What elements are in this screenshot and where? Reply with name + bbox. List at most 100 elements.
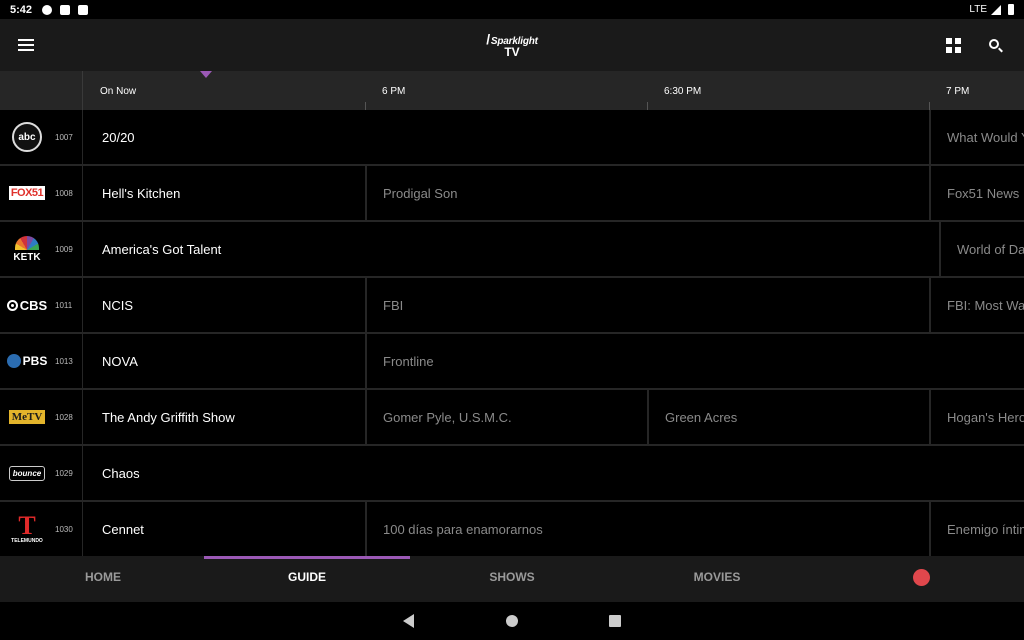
app-notification-icon (60, 4, 71, 15)
time-slot: 6 PM (382, 86, 406, 97)
telemundo-text: TELEMUNDO (11, 538, 43, 544)
channel-cell[interactable]: FOX51 1008 (0, 166, 83, 220)
menu-icon-line (18, 39, 34, 41)
search-button[interactable] (988, 38, 1004, 54)
channel-cell[interactable]: KETK 1009 (0, 222, 83, 276)
metv-logo: MeTV (8, 410, 46, 424)
record-icon[interactable] (913, 569, 930, 586)
program-cell[interactable]: Cennet (84, 502, 367, 556)
home-icon[interactable] (506, 615, 518, 627)
channel-number: 1007 (55, 133, 73, 142)
grid-icon (955, 47, 961, 53)
channel-row: bounce 1029 Chaos (0, 446, 1024, 502)
program-cell[interactable]: Fox51 News (929, 166, 1024, 220)
system-navigation-bar (0, 602, 1024, 640)
time-tick (929, 102, 930, 110)
channel-number: 1011 (55, 301, 73, 310)
channel-logo: abc (6, 120, 48, 154)
program-cell[interactable]: FBI (365, 278, 931, 332)
sd-card-icon (78, 4, 89, 15)
channel-row: MeTV 1028 The Andy Griffith Show Gomer P… (0, 390, 1024, 446)
time-tick (647, 102, 648, 110)
fox51-logo: FOX51 (8, 186, 46, 200)
channel-cell[interactable]: PBS 1013 (0, 334, 83, 388)
status-time: 5:42 (10, 3, 33, 16)
back-icon[interactable] (403, 614, 414, 628)
channel-row: abc 1007 20/20 What Would You Do? (0, 110, 1024, 166)
bottom-navigation: HOME GUIDE SHOWS MOVIES (0, 556, 1024, 602)
time-tick (365, 102, 366, 110)
program-cell[interactable]: World of Dance (939, 222, 1024, 276)
program-cell[interactable]: 20/20 (84, 110, 931, 164)
bounce-logo: bounce (8, 465, 46, 481)
channel-logo: bounce (6, 456, 48, 490)
channel-cell[interactable]: CBS 1011 (0, 278, 83, 332)
channel-logo: KETK (6, 232, 48, 266)
time-header-corner (0, 71, 83, 110)
time-slot-on-now: On Now (100, 86, 137, 97)
sparklight-tv-logo: /Sparklight TV (478, 31, 546, 63)
ketk-text: KETK (13, 251, 41, 263)
abc-logo: abc (12, 122, 42, 152)
pbs-head-icon (6, 354, 21, 368)
tab-guide[interactable]: GUIDE (264, 570, 350, 584)
program-cell[interactable]: Enemigo íntimo (929, 502, 1024, 556)
channel-row: FOX51 1008 Hell's Kitchen Prodigal Son F… (0, 166, 1024, 222)
program-cell[interactable]: Frontline (365, 334, 1024, 388)
channel-logo: FOX51 (6, 176, 48, 210)
app-bar: /Sparklight TV (0, 19, 1024, 71)
grid-icon (955, 38, 961, 44)
time-header: On Now 6 PM 6:30 PM 7 PM (0, 71, 1024, 110)
channel-number: 1009 (55, 245, 73, 254)
program-cell[interactable]: Chaos (84, 446, 1024, 500)
now-indicator (200, 71, 212, 78)
menu-button[interactable] (18, 36, 40, 54)
battery-icon (1008, 4, 1014, 15)
channel-logo: CBS (6, 288, 48, 322)
channel-row: PBS 1013 NOVA Frontline (0, 334, 1024, 390)
cbs-logo: CBS (6, 298, 47, 313)
program-cell[interactable]: What Would You Do? (929, 110, 1024, 164)
channel-cell[interactable]: bounce 1029 (0, 446, 83, 500)
channel-number: 1013 (55, 357, 73, 366)
time-slot: 7 PM (946, 86, 970, 97)
recents-icon[interactable] (609, 615, 621, 627)
channel-cell[interactable]: MeTV 1028 (0, 390, 83, 444)
program-cell[interactable]: Prodigal Son (365, 166, 931, 220)
network-type: LTE (969, 4, 987, 15)
channel-logo: PBS (6, 344, 48, 378)
search-icon-handle (998, 47, 1003, 53)
program-cell[interactable]: NOVA (84, 334, 367, 388)
status-right: LTE (969, 4, 1014, 15)
channel-cell[interactable]: abc 1007 (0, 110, 83, 164)
program-cell[interactable]: Hell's Kitchen (84, 166, 367, 220)
program-cell[interactable]: Green Acres (647, 390, 931, 444)
ketk-logo: KETK (13, 235, 41, 263)
program-guide: abc 1007 20/20 What Would You Do? FOX51 … (0, 110, 1024, 558)
pbs-logo: PBS (6, 354, 47, 368)
program-cell[interactable]: Gomer Pyle, U.S.M.C. (365, 390, 649, 444)
program-cell[interactable]: The Andy Griffith Show (84, 390, 367, 444)
grid-view-button[interactable] (946, 38, 961, 53)
channel-cell[interactable]: T TELEMUNDO 1030 (0, 502, 83, 556)
tab-shows[interactable]: SHOWS (469, 570, 555, 584)
settings-icon (42, 4, 53, 15)
channel-number: 1030 (55, 525, 73, 534)
menu-icon-line (18, 49, 34, 51)
tab-movies[interactable]: MOVIES (674, 570, 760, 584)
status-bar: 5:42 LTE (0, 0, 1024, 19)
channel-number: 1028 (55, 413, 73, 422)
program-cell[interactable]: Hogan's Heroes (929, 390, 1024, 444)
channel-logo: T TELEMUNDO (6, 512, 48, 546)
program-cell[interactable]: America's Got Talent (84, 222, 941, 276)
signal-icon (991, 4, 1001, 15)
channel-row: CBS 1011 NCIS FBI FBI: Most Wanted (0, 278, 1024, 334)
telemundo-logo: T TELEMUNDO (11, 513, 43, 545)
tab-home[interactable]: HOME (60, 570, 146, 584)
program-cell[interactable]: FBI: Most Wanted (929, 278, 1024, 332)
menu-icon-line (18, 44, 34, 46)
program-cell[interactable]: 100 días para enamorarnos (365, 502, 931, 556)
grid-icon (946, 47, 952, 53)
program-cell[interactable]: NCIS (84, 278, 367, 332)
time-slot: 6:30 PM (664, 86, 702, 97)
